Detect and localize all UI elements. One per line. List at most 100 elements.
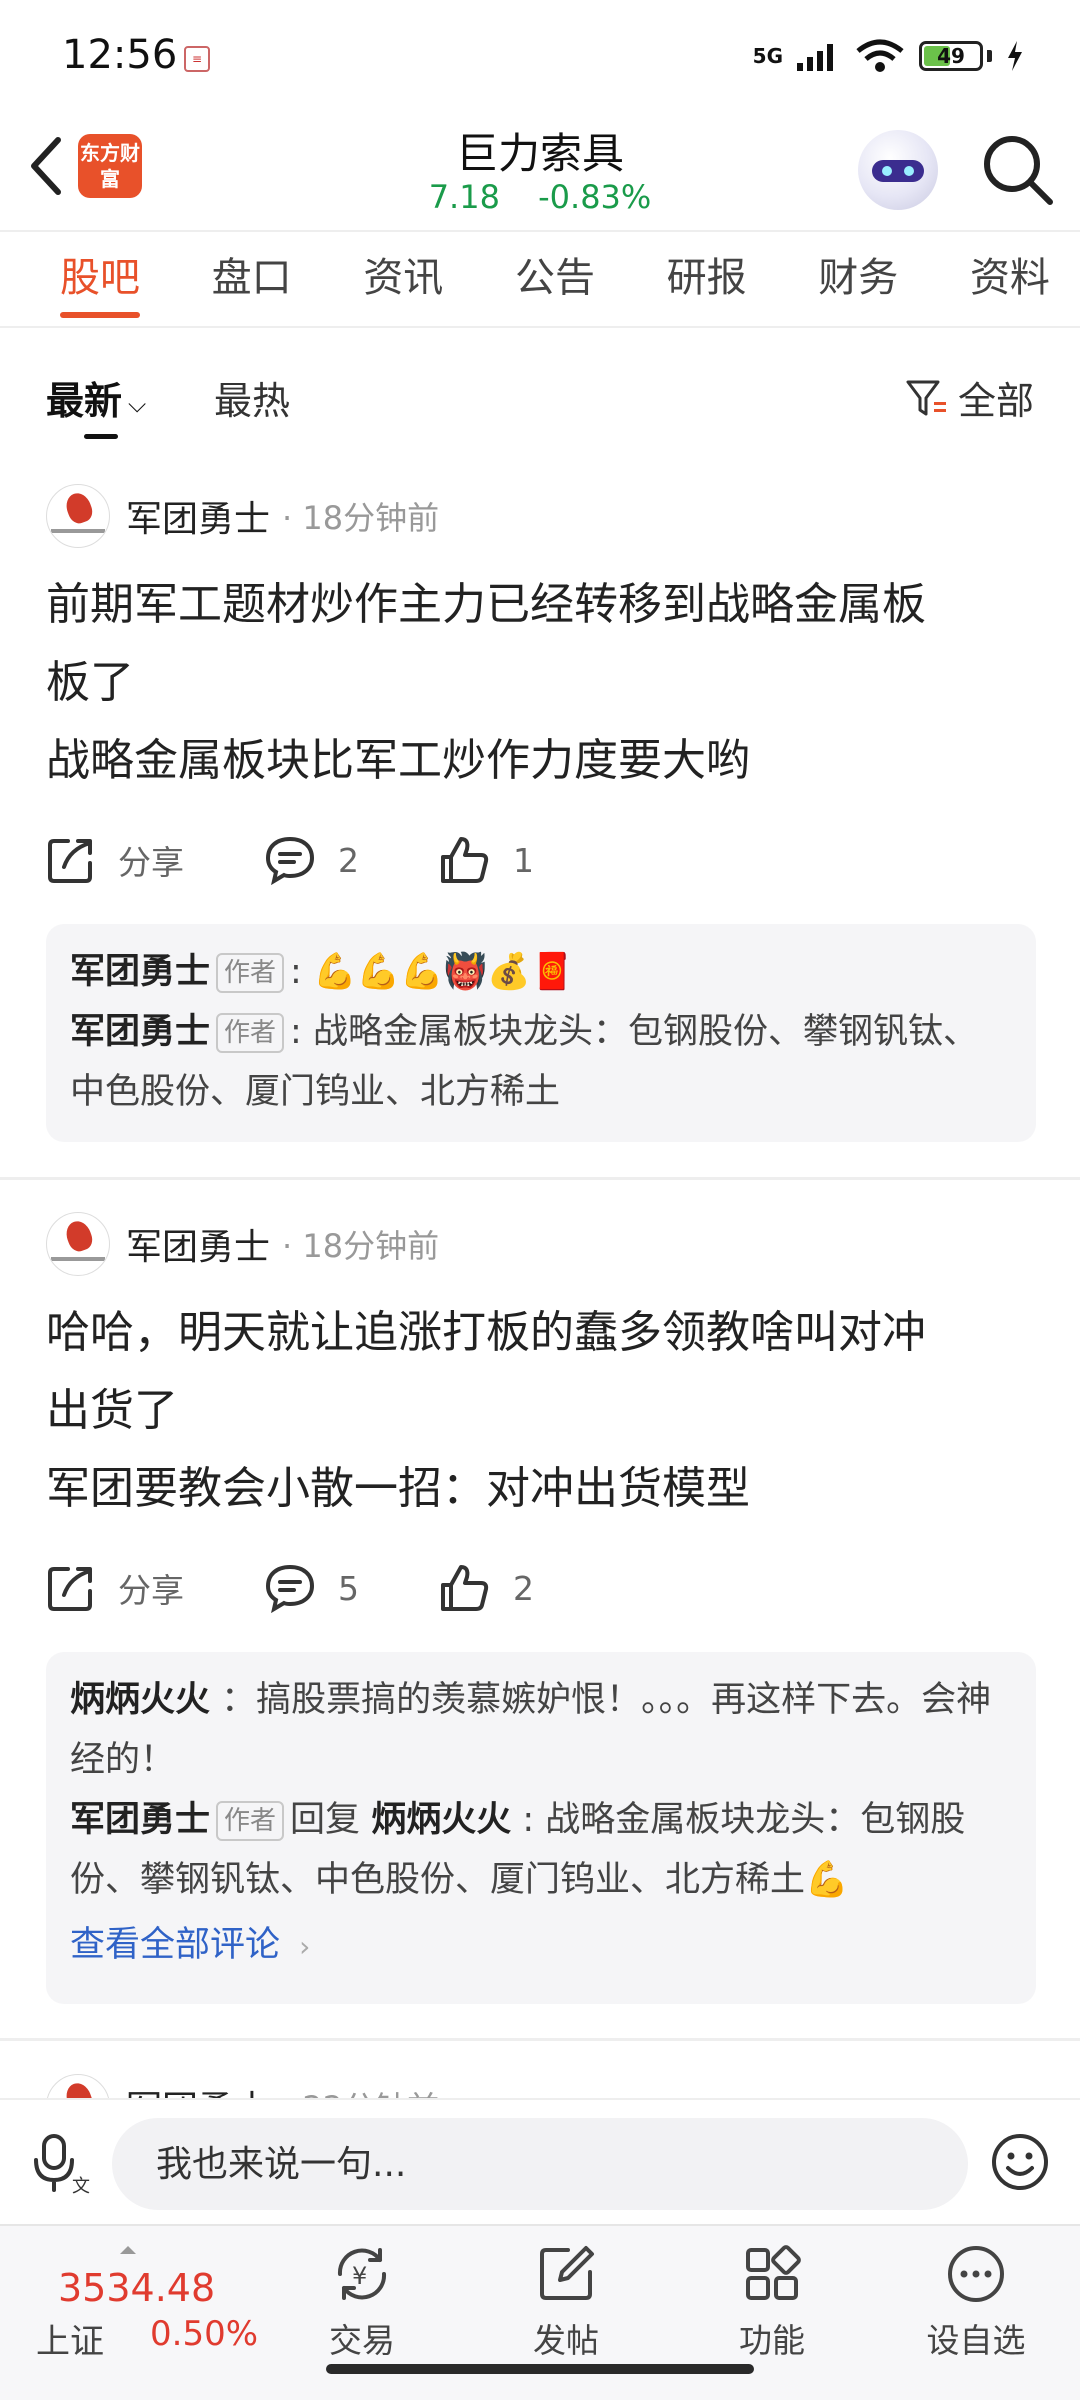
commenter-name[interactable]: 军团勇士 xyxy=(70,952,210,992)
reply-to-name[interactable]: 炳炳火火 xyxy=(371,1800,511,1840)
post-author-row[interactable]: 军团勇士 · 22分钟前 xyxy=(46,2074,439,2098)
tab-pankou[interactable]: 盘口 xyxy=(212,232,292,326)
like-button[interactable]: 2 xyxy=(439,1563,534,1613)
post-card[interactable]: 军团勇士 · 18分钟前 哈哈，明天就让追涨打板的蠢多领教啥叫对冲 出货了 军团… xyxy=(0,1212,1080,2012)
comment-item[interactable]: 军团勇士 作者: 💪💪💪👹💰🧧 xyxy=(70,942,1012,1002)
stock-change: -0.83% xyxy=(538,178,652,216)
post-body-line: 哈哈，明天就让追涨打板的蠢多领教啥叫对冲 xyxy=(46,1307,926,1358)
author-badge: 作者 xyxy=(216,1013,285,1053)
nav-trade[interactable]: ¥ 交易 xyxy=(292,2242,432,2362)
post-divider xyxy=(0,1177,1080,1180)
comment-item[interactable]: 军团勇士 作者 回复 炳炳火火 : 战略金属板块龙头：包钢股份、攀钢钒钛、中色股份、… xyxy=(70,1790,1012,1910)
like-count: 1 xyxy=(513,840,534,880)
sort-hot-button[interactable]: 最热 xyxy=(214,370,290,425)
nav-post[interactable]: 发帖 xyxy=(496,2242,636,2362)
sort-active-indicator xyxy=(84,434,118,439)
commenter-name[interactable]: 炳炳火火 xyxy=(70,1680,210,1720)
share-icon xyxy=(48,1567,92,1611)
stock-header: 东方财富 巨力索具 7.18 -0.83% xyxy=(0,110,1080,230)
reply-word: 回复 xyxy=(290,1800,361,1840)
comment-item[interactable]: 炳炳火火 ：搞股票搞的羡慕嫉妒恨！。。。再这样下去。会神经的！ xyxy=(70,1670,1012,1790)
avatar[interactable] xyxy=(46,1212,110,1276)
nav-add-watchlist[interactable]: 设自选 xyxy=(906,2242,1046,2362)
notification-icon: ≡ xyxy=(184,46,210,72)
post-body-line: 前期军工题材炒作主力已经转移到战略金属板 xyxy=(46,579,926,630)
nav-functions[interactable]: 功能 xyxy=(702,2242,842,2362)
nav-label: 发帖 xyxy=(533,2321,599,2360)
battery-cap xyxy=(987,50,992,62)
filter-button[interactable]: 全部 xyxy=(904,370,1034,425)
svg-text:¥: ¥ xyxy=(352,2262,367,2290)
post-author-row[interactable]: 军团勇士 · 18分钟前 xyxy=(46,1212,439,1276)
author-name[interactable]: 军团勇士 xyxy=(126,2080,270,2098)
voice-input-icon[interactable]: 文 xyxy=(32,2130,92,2196)
wifi-icon xyxy=(856,39,904,72)
nav-label: 交易 xyxy=(329,2321,395,2360)
like-button[interactable]: 1 xyxy=(439,835,534,885)
comment-icon xyxy=(265,1564,315,1613)
author-name[interactable]: 军团勇士 xyxy=(126,490,270,542)
search-icon[interactable] xyxy=(978,130,1058,210)
post-author-row[interactable]: 军团勇士 · 18分钟前 xyxy=(46,484,439,548)
emoji-icon[interactable] xyxy=(990,2132,1050,2192)
author-badge: 作者 xyxy=(216,953,285,993)
commenter-name[interactable]: 军团勇士 xyxy=(70,1012,210,1052)
tab-guba[interactable]: 股吧 xyxy=(60,232,140,326)
post-body-line: 军团要教会小散一招：对冲出货模型 xyxy=(46,1463,750,1514)
avatar[interactable] xyxy=(46,2074,110,2098)
thumbs-up-icon xyxy=(441,837,489,883)
post-card-partial[interactable]: 军团勇士 · 22分钟前 xyxy=(0,2074,1080,2098)
battery-level: 49 xyxy=(937,44,965,68)
grid-icon xyxy=(746,2245,801,2300)
index-value: 3534.48 xyxy=(58,2266,216,2310)
view-all-comments-link[interactable]: 查看全部评论 › xyxy=(70,1910,1012,1982)
section-tabs: 股吧 盘口 资讯 公告 研报 财务 资料 xyxy=(0,230,1080,328)
expand-up-icon xyxy=(120,2246,136,2254)
sort-latest-label: 最新 xyxy=(46,379,123,423)
home-indicator[interactable] xyxy=(326,2364,754,2374)
chevron-right-icon: › xyxy=(299,1930,311,1963)
compose-icon xyxy=(540,2246,594,2300)
market-index-widget[interactable]: 3534.48 上证 0.50% xyxy=(30,2244,270,2362)
thumbs-up-icon xyxy=(441,1565,489,1611)
comment-count: 5 xyxy=(338,1568,359,1608)
robot-visor xyxy=(872,160,924,182)
share-button[interactable]: 分享 xyxy=(46,1563,184,1613)
comment-preview[interactable]: 炳炳火火 ：搞股票搞的羡慕嫉妒恨！。。。再这样下去。会神经的！ 军团勇士 作者 回复… xyxy=(46,1652,1036,2004)
post-body[interactable]: 哈哈，明天就让追涨打板的蠢多领教啥叫对冲 出货了 军团要教会小散一招：对冲出货模… xyxy=(46,1294,1036,1528)
sort-latest-button[interactable]: 最新 ⌵ xyxy=(46,370,146,425)
comment-count: 2 xyxy=(338,840,359,880)
chevron-down-icon: ⌵ xyxy=(128,389,147,418)
post-card[interactable]: 军团勇士 · 18分钟前 前期军工题材炒作主力已经转移到战略金属板 板了 战略金… xyxy=(0,484,1080,1174)
assistant-robot-icon[interactable] xyxy=(858,130,938,210)
comment-preview[interactable]: 军团勇士 作者: 💪💪💪👹💰🧧 军团勇士 作者: 战略金属板块龙头：包钢股份、攀钢钒… xyxy=(46,924,1036,1142)
share-button[interactable]: 分享 xyxy=(46,835,184,885)
comment-item[interactable]: 军团勇士 作者: 战略金属板块龙头：包钢股份、攀钢钒钛、中色股份、厦门钨业、北方稀… xyxy=(70,1002,1012,1122)
svg-text:文: 文 xyxy=(72,2176,90,2196)
robot-eye xyxy=(882,166,892,176)
tab-news[interactable]: 资讯 xyxy=(363,232,443,326)
more-icon xyxy=(948,2246,1004,2302)
status-indicators: 5G 49 xyxy=(753,36,1024,76)
tab-research[interactable]: 研报 xyxy=(667,232,747,326)
tab-announcements[interactable]: 公告 xyxy=(515,232,595,326)
avatar[interactable] xyxy=(46,484,110,548)
comment-text: 💪💪💪👹💰🧧 xyxy=(312,952,575,992)
status-bar: 12:56 ≡ 5G 49 xyxy=(0,0,1080,110)
post-body[interactable]: 前期军工题材炒作主力已经转移到战略金属板 板了 战略金属板块比军工炒作力度要大哟 xyxy=(46,566,1036,800)
share-label: 分享 xyxy=(118,1571,184,1610)
signal-icon xyxy=(797,44,833,71)
comment-input[interactable] xyxy=(112,2118,968,2210)
post-time: · 18分钟前 xyxy=(282,1227,440,1265)
tab-finance[interactable]: 财务 xyxy=(818,232,898,326)
commenter-name[interactable]: 军团勇士 xyxy=(70,1800,210,1840)
post-divider xyxy=(0,2038,1080,2041)
comment-separator: ： xyxy=(221,1680,257,1720)
comment-separator: : xyxy=(522,1800,535,1840)
comment-button[interactable]: 2 xyxy=(264,835,359,885)
comment-button[interactable]: 5 xyxy=(264,1563,359,1613)
tab-profile[interactable]: 资料 xyxy=(970,232,1050,326)
like-count: 2 xyxy=(513,1568,534,1608)
share-icon xyxy=(48,839,92,883)
author-name[interactable]: 军团勇士 xyxy=(126,1218,270,1270)
